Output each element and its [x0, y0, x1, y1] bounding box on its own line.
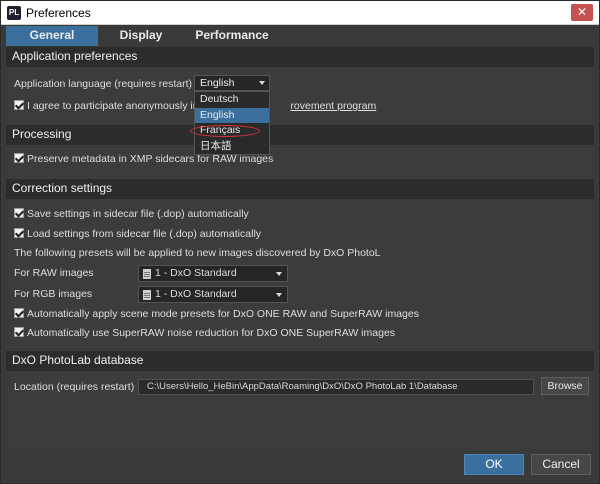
tab-general[interactable]: General: [6, 26, 98, 46]
language-label: Application language (requires restart): [14, 78, 193, 90]
section-processing: Processing: [6, 125, 594, 145]
chevron-down-icon: [259, 81, 265, 85]
tab-display[interactable]: Display: [109, 26, 173, 46]
database-location-label: Location (requires restart): [14, 381, 135, 393]
cancel-button[interactable]: Cancel: [531, 454, 591, 475]
chevron-down-icon: [276, 272, 282, 276]
superraw-checkbox[interactable]: [14, 327, 24, 337]
tab-bar: General Display Performance: [6, 26, 594, 46]
save-sidecar-checkbox[interactable]: [14, 208, 24, 218]
scene-mode-label: Automatically apply scene mode presets f…: [27, 308, 419, 320]
language-option-japanese[interactable]: 日本語: [195, 139, 269, 155]
chevron-down-icon: [276, 293, 282, 297]
load-sidecar-label: Load settings from sidecar file (.dop) a…: [27, 228, 262, 240]
superraw-label: Automatically use SuperRAW noise reducti…: [27, 327, 396, 339]
language-select[interactable]: English: [194, 75, 270, 91]
preferences-window: PL Preferences ✕ General Display Perform…: [0, 0, 600, 484]
rgb-preset-value: 1 - DxO Standard: [155, 288, 237, 300]
general-panel: Application preferences Application lang…: [6, 47, 594, 447]
preserve-metadata-checkbox[interactable]: [14, 153, 24, 163]
preset-document-icon: [143, 290, 151, 300]
title-bar: PL Preferences ✕: [1, 1, 599, 25]
superraw-row[interactable]: Automatically use SuperRAW noise reducti…: [14, 325, 395, 341]
section-application-preferences: Application preferences: [6, 47, 594, 67]
participate-label: I agree to participate anonymously in t: [27, 100, 205, 112]
window-title: Preferences: [26, 6, 91, 20]
presets-note: The following presets will be applied to…: [14, 247, 381, 259]
raw-images-label: For RAW images: [14, 267, 94, 279]
save-sidecar-label: Save settings in sidecar file (.dop) aut…: [27, 208, 249, 220]
language-select-value: English: [200, 77, 235, 89]
close-window-button[interactable]: ✕: [571, 4, 593, 21]
raw-preset-value: 1 - DxO Standard: [155, 267, 237, 279]
scene-mode-checkbox[interactable]: [14, 308, 24, 318]
improvement-program-link[interactable]: rovement program: [290, 100, 376, 112]
ok-button[interactable]: OK: [464, 454, 524, 475]
rgb-images-label: For RGB images: [14, 288, 93, 300]
preset-document-icon: [143, 269, 151, 279]
photolab-app-icon: PL: [7, 6, 21, 20]
save-sidecar-row[interactable]: Save settings in sidecar file (.dop) aut…: [14, 206, 249, 222]
rgb-preset-select[interactable]: 1 - DxO Standard: [138, 286, 288, 303]
language-dropdown-list: Deutsch English Français 日本語: [194, 91, 270, 155]
browse-button[interactable]: Browse: [541, 377, 589, 395]
language-option-deutsch[interactable]: Deutsch: [195, 92, 269, 108]
section-correction-settings: Correction settings: [6, 179, 594, 199]
annotation-highlight-ellipse: [190, 125, 260, 137]
load-sidecar-row[interactable]: Load settings from sidecar file (.dop) a…: [14, 226, 261, 242]
language-option-english[interactable]: English: [195, 107, 269, 123]
participate-checkbox[interactable]: [14, 100, 24, 110]
tab-performance[interactable]: Performance: [184, 26, 280, 46]
database-path-field[interactable]: C:\Users\Hello_HeBin\AppData\Roaming\DxO…: [138, 379, 534, 395]
load-sidecar-checkbox[interactable]: [14, 228, 24, 238]
scene-mode-row[interactable]: Automatically apply scene mode presets f…: [14, 306, 419, 322]
raw-preset-select[interactable]: 1 - DxO Standard: [138, 265, 288, 282]
section-database: DxO PhotoLab database: [6, 351, 594, 371]
